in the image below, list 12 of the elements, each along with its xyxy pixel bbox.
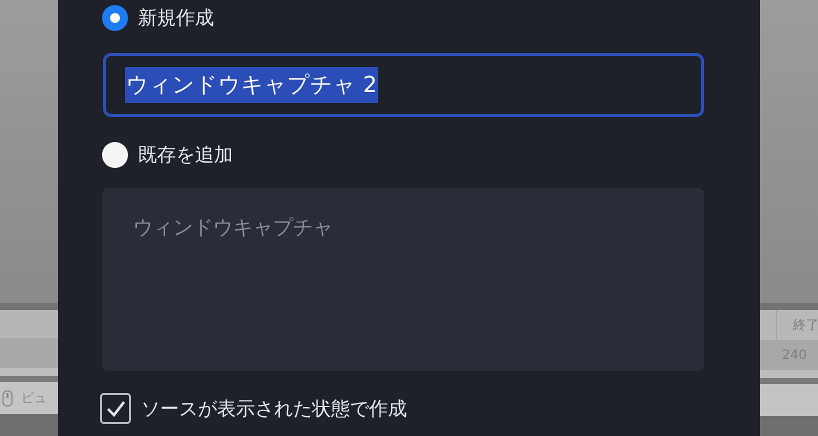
checkbox-label: ソースが表示された状態で作成 [141, 396, 407, 422]
checkbox[interactable] [100, 393, 131, 424]
radio-button[interactable] [102, 5, 128, 31]
view-label: ビュ [21, 390, 47, 407]
checkmark-icon [104, 398, 126, 418]
background-panel [0, 414, 58, 436]
mouse-icon [2, 390, 13, 406]
input-field[interactable]: ウィンドウキャプチャ 2 [103, 53, 704, 117]
column-header: 終了 [776, 310, 818, 340]
radio-label: 新規作成 [138, 6, 214, 31]
radio-label: 既存を追加 [138, 143, 233, 168]
radio-button[interactable] [102, 142, 128, 168]
